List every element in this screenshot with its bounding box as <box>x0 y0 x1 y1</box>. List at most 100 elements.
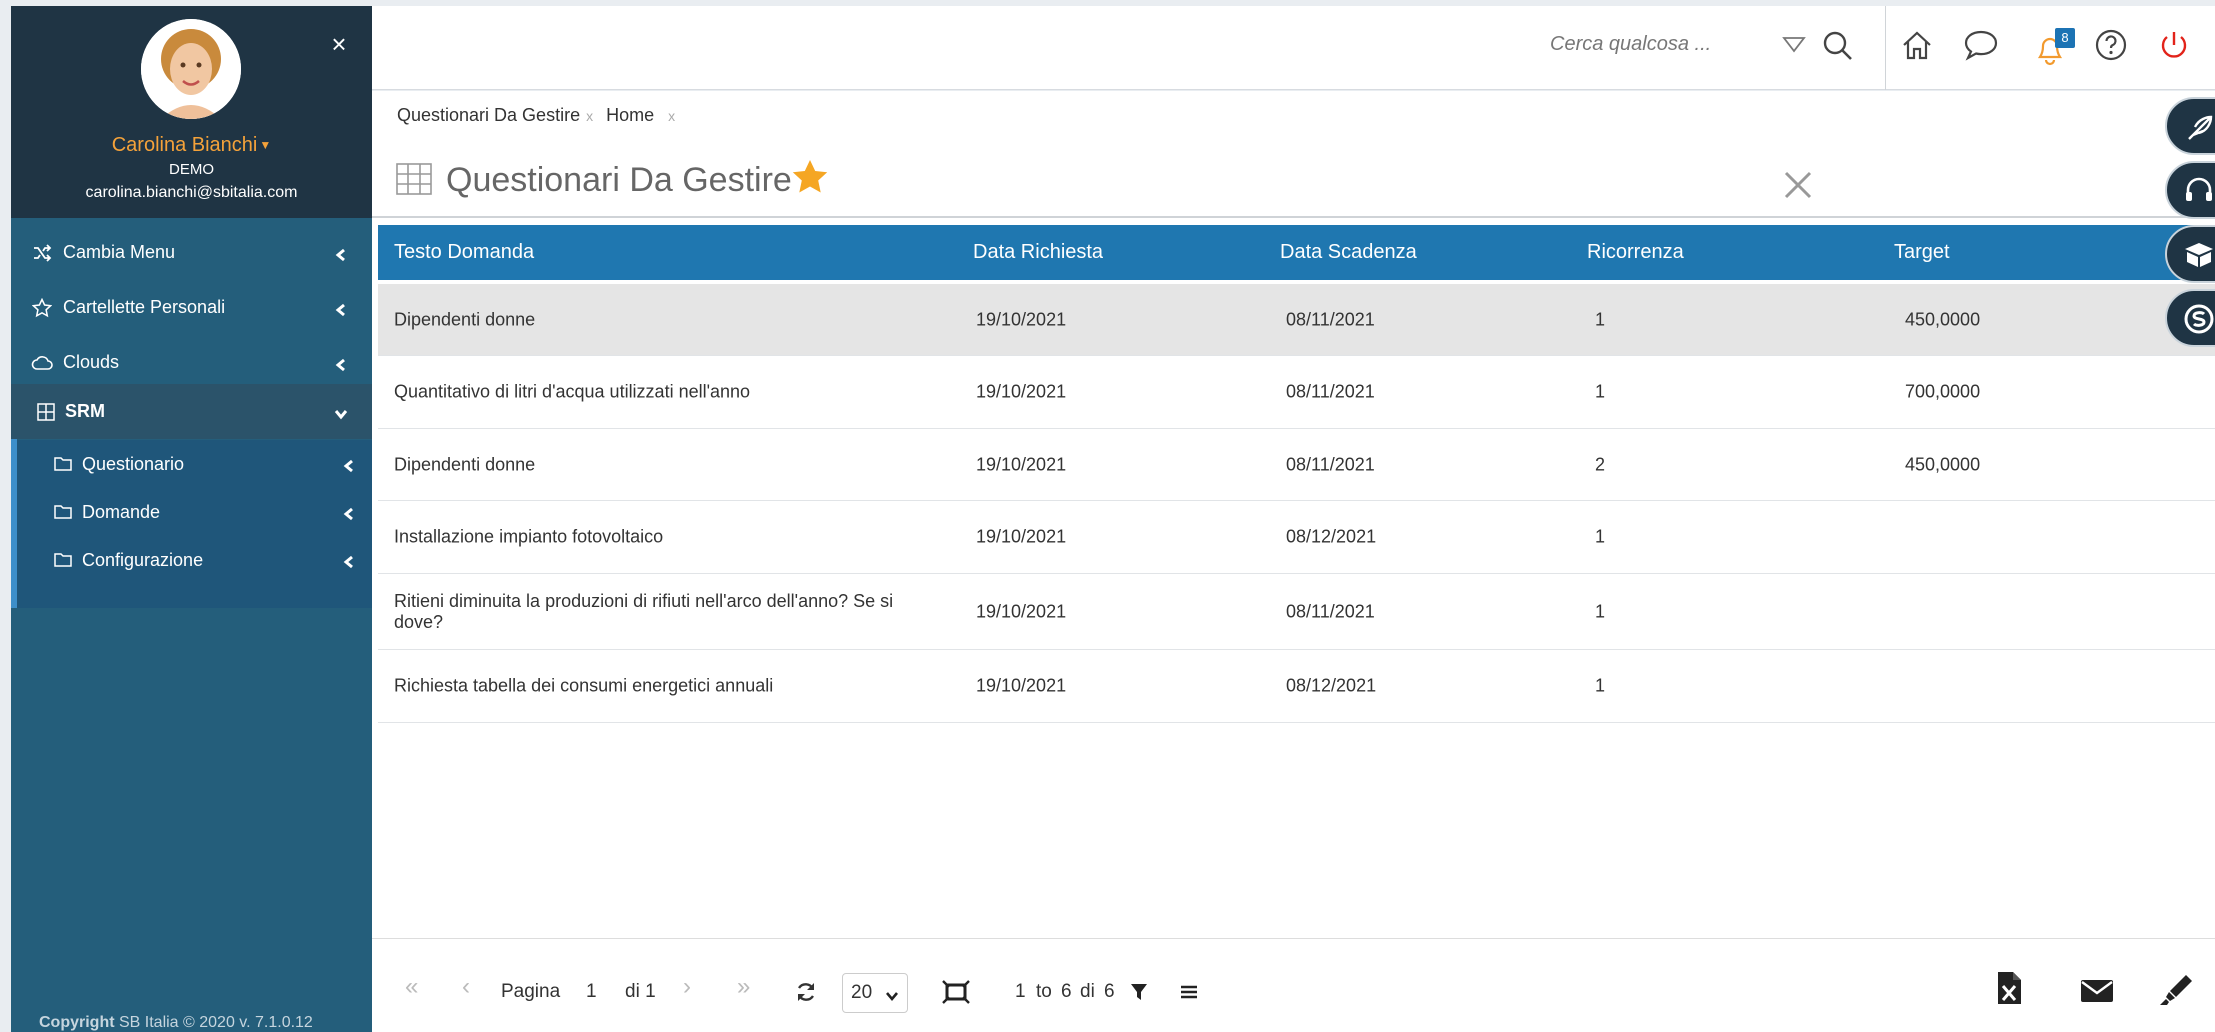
cell-data-richiesta: 19/10/2021 <box>976 381 1067 402</box>
table-row[interactable]: Installazione impianto fotovoltaico 19/1… <box>378 501 2215 574</box>
cell-testo-domanda: Richiesta tabella dei consumi energetici… <box>394 675 774 696</box>
chevron-left-icon <box>334 246 348 261</box>
range-total: 6 <box>1104 981 1115 1002</box>
menu-icon[interactable] <box>1180 985 1198 1004</box>
folder-icon <box>54 454 74 474</box>
page-number-input[interactable]: 1 <box>586 981 597 1003</box>
cell-testo-domanda: Dipendenti donne <box>394 309 536 329</box>
user-role: DEMO <box>169 161 214 178</box>
chevron-left-icon <box>342 457 356 473</box>
cell-data-richiesta: 19/10/2021 <box>976 454 1067 474</box>
table-icon <box>396 163 432 200</box>
table-row[interactable]: Quantitativo di litri d'acqua utilizzati… <box>378 356 2215 429</box>
cloud-icon <box>31 352 53 374</box>
divider <box>1885 6 1886 90</box>
column-header-target[interactable]: Target <box>1894 241 1950 264</box>
cell-data-richiesta: 19/10/2021 <box>976 675 1067 696</box>
chevron-left-icon <box>342 505 356 521</box>
table-row[interactable]: Ritieni diminuita la produzioni di rifiu… <box>378 574 2215 650</box>
quick-tab-box[interactable] <box>2165 225 2215 283</box>
search-input[interactable]: Cerca qualcosa ... <box>1550 33 1711 56</box>
user-name[interactable]: Carolina Bianchi ▼ <box>11 134 372 157</box>
sidebar-item-label: Questionario <box>82 453 185 474</box>
copyright: Copyright SB Italia © 2020 v. 7.1.0.12 <box>39 1014 313 1031</box>
page-title: Questionari Da Gestire <box>446 161 792 199</box>
sidebar-item-srm[interactable]: SRM <box>11 384 372 439</box>
quick-tab-shortcuts[interactable] <box>2165 97 2215 155</box>
last-page-button[interactable]: » <box>737 973 750 1001</box>
close-page-icon[interactable] <box>1782 169 1814 206</box>
range-start: 1 <box>1015 981 1026 1002</box>
search-icon[interactable] <box>1822 30 1854 67</box>
caret-down-icon: ▼ <box>259 138 272 152</box>
cell-data-richiesta: 19/10/2021 <box>976 601 1067 621</box>
cell-testo-domanda: Quantitativo di litri d'acqua utilizzati… <box>394 381 751 402</box>
power-icon[interactable] <box>2157 28 2191 67</box>
pagination-bar: « ‹ Pagina 1 di 1 › » 20 1 to 6 di 6 <box>372 938 2215 1032</box>
table-row[interactable]: Dipendenti donne 19/10/2021 08/11/2021 1… <box>378 284 2215 356</box>
filter-icon[interactable] <box>1130 983 1148 1006</box>
user-email: carolina.bianchi@sbitalia.com <box>85 184 298 201</box>
cell-testo-domanda: Ritieni diminuita la produzioni di rifiu… <box>394 590 894 632</box>
first-page-button[interactable]: « <box>405 973 418 1001</box>
email-icon[interactable] <box>2080 979 2114 1008</box>
close-tab-icon[interactable]: x <box>668 108 675 124</box>
prev-page-button[interactable]: ‹ <box>462 973 470 1001</box>
favorite-star-icon[interactable] <box>790 157 830 202</box>
refresh-icon[interactable] <box>795 981 817 1008</box>
feather-icon <box>2185 113 2215 148</box>
sidebar-item-questionario[interactable]: Questionario <box>11 440 372 488</box>
cell-ricorrenza: 1 <box>1595 381 1606 402</box>
quick-tab-skype[interactable] <box>2165 289 2215 347</box>
filter-dropdown-icon[interactable] <box>1782 36 1806 59</box>
cell-data-scadenza: 08/12/2021 <box>1286 675 1377 696</box>
excel-export-icon[interactable] <box>1996 971 2022 1010</box>
chat-icon[interactable] <box>1963 28 1999 67</box>
chevron-left-icon <box>334 301 348 316</box>
cell-target: 450,0000 <box>1905 454 1981 474</box>
cell-data-richiesta: 19/10/2021 <box>976 309 1067 329</box>
main-content: Questionari Da Gestire x Home x Questionar… <box>372 91 2215 1032</box>
sidebar-close-button[interactable]: × <box>327 31 351 57</box>
sidebar-item-label: SRM <box>65 401 105 421</box>
cell-testo-domanda: Installazione impianto fotovoltaico <box>394 526 664 547</box>
avatar[interactable] <box>141 19 241 119</box>
next-page-button[interactable]: › <box>683 973 691 1001</box>
skype-icon <box>2183 303 2215 340</box>
highlighter-icon[interactable] <box>2158 973 2194 1012</box>
fit-columns-icon[interactable] <box>942 980 970 1009</box>
notification-count-badge: 8 <box>2055 28 2075 48</box>
tab-home[interactable]: Home <box>606 105 654 125</box>
top-bar: Cerca qualcosa ... 8 <box>372 6 2215 90</box>
column-header-ricorrenza[interactable]: Ricorrenza <box>1587 241 1684 264</box>
sidebar-item-domande[interactable]: Domande <box>11 488 372 536</box>
column-header-data-richiesta[interactable]: Data Richiesta <box>973 241 1103 264</box>
star-outline-icon <box>31 297 53 319</box>
cell-data-scadenza: 08/11/2021 <box>1286 381 1375 402</box>
table-row[interactable]: Dipendenti donne 19/10/2021 08/11/2021 2… <box>378 429 2215 501</box>
cell-target: 450,0000 <box>1905 309 1981 329</box>
sidebar-item-cartellette-personali[interactable]: Cartellette Personali <box>11 280 372 335</box>
tab-questionari-da-gestire[interactable]: Questionari Da Gestire <box>397 105 580 125</box>
column-header-data-scadenza[interactable]: Data Scadenza <box>1280 241 1417 264</box>
sidebar-item-label: Cambia Menu <box>63 242 176 262</box>
help-icon[interactable] <box>2094 28 2128 67</box>
home-icon[interactable] <box>1900 28 1934 67</box>
sidebar-item-label: Cartellette Personali <box>63 297 226 317</box>
breadcrumb: Questionari Da Gestire x Home x <box>397 105 683 126</box>
page-size-select[interactable]: 20 <box>842 973 908 1013</box>
chevron-left-icon <box>342 553 356 569</box>
sidebar-item-label: Clouds <box>63 352 120 372</box>
close-tab-icon[interactable]: x <box>586 108 593 124</box>
grid-icon <box>35 401 57 423</box>
column-header-testo-domanda[interactable]: Testo Domanda <box>394 241 534 264</box>
range-end: 6 <box>1061 981 1072 1002</box>
cell-target: 700,0000 <box>1905 381 1981 402</box>
cell-data-scadenza: 08/11/2021 <box>1286 601 1375 621</box>
sidebar-item-cambia-menu[interactable]: Cambia Menu <box>11 225 372 280</box>
sidebar-item-configurazione[interactable]: Configurazione <box>11 536 372 584</box>
sidebar-item-clouds[interactable]: Clouds <box>11 335 372 390</box>
quick-tab-support[interactable] <box>2165 161 2215 219</box>
cell-data-scadenza: 08/12/2021 <box>1286 526 1377 547</box>
table-row[interactable]: Richiesta tabella dei consumi energetici… <box>378 650 2215 723</box>
